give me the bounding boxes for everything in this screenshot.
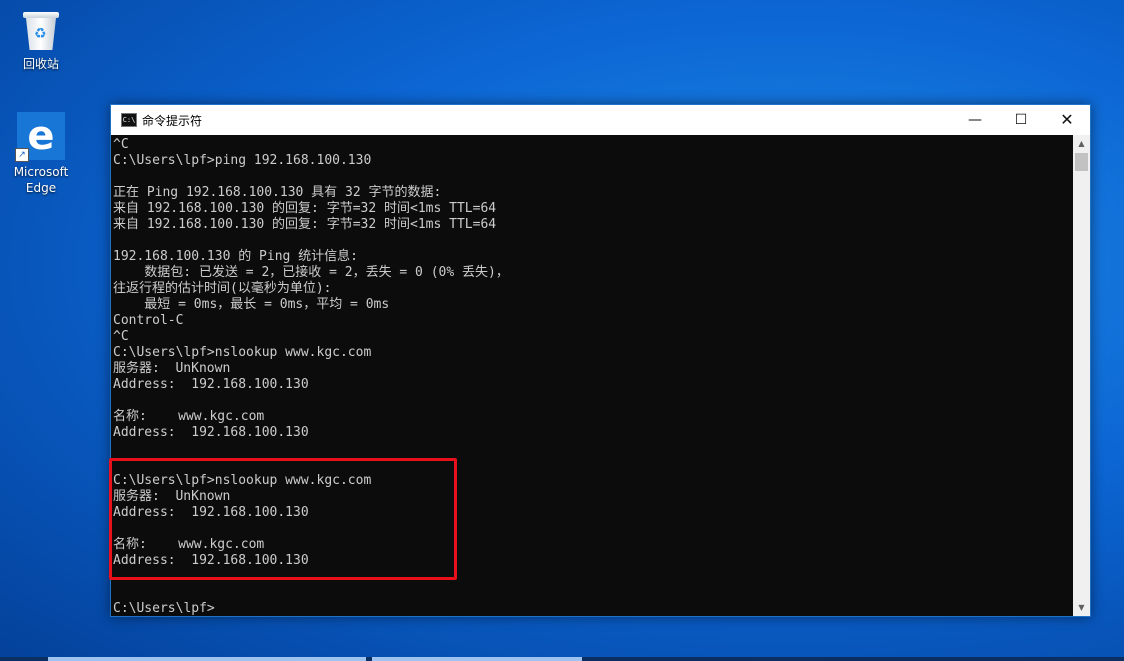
terminal-line: Control-C <box>113 313 184 328</box>
vertical-scrollbar[interactable]: ▲ ▼ <box>1073 135 1090 616</box>
scroll-up-arrow-icon[interactable]: ▲ <box>1073 135 1090 152</box>
edge-icon: e ↗ <box>15 112 65 162</box>
terminal-line: C:\Users\lpf>nslookup www.kgc.com <box>113 345 372 360</box>
terminal-line: C:\Users\lpf>ping 192.168.100.130 <box>113 153 372 168</box>
taskbar-edge <box>0 657 1124 661</box>
terminal-line: 服务器: UnKnown <box>113 361 231 376</box>
terminal-line: 来自 192.168.100.130 的回复: 字节=32 时间<1ms TTL… <box>113 201 497 216</box>
scroll-thumb[interactable] <box>1075 153 1088 171</box>
terminal-line: ^C <box>113 137 129 152</box>
terminal-line: Address: 192.168.100.130 <box>113 425 309 440</box>
maximize-button[interactable]: ☐ <box>998 105 1044 135</box>
cmd-app-icon: C:\ <box>121 113 137 127</box>
desktop-icon-label: 回收站 <box>22 57 59 71</box>
close-button[interactable]: ✕ <box>1044 105 1090 135</box>
terminal-line: Address: 192.168.100.130 <box>113 377 309 392</box>
terminal-line: C:\Users\lpf> <box>113 601 215 616</box>
scroll-down-arrow-icon[interactable]: ▼ <box>1073 599 1090 616</box>
minimize-button[interactable]: — <box>952 105 998 135</box>
terminal-line: 来自 192.168.100.130 的回复: 字节=32 时间<1ms TTL… <box>113 217 497 232</box>
shortcut-arrow-icon: ↗ <box>15 148 29 162</box>
terminal-line: 数据包: 已发送 = 2，已接收 = 2，丢失 = 0 (0% 丢失)， <box>113 265 509 280</box>
desktop-icon-edge[interactable]: e ↗ Microsoft Edge <box>2 112 80 196</box>
terminal-line: 正在 Ping 192.168.100.130 具有 32 字节的数据: <box>113 185 442 200</box>
title-bar[interactable]: C:\ 命令提示符 — ☐ ✕ <box>111 105 1090 135</box>
terminal-line: 192.168.100.130 的 Ping 统计信息: <box>113 249 359 264</box>
recycle-bin-icon: ♻ <box>23 8 59 52</box>
terminal-line: 名称: www.kgc.com <box>113 409 265 424</box>
highlight-annotation-box <box>109 458 457 580</box>
desktop-icon-label: Microsoft Edge <box>13 165 69 195</box>
terminal-line: 往返行程的估计时间(以毫秒为单位): <box>113 281 332 296</box>
terminal-line: ^C <box>113 329 129 344</box>
desktop-icon-recycle-bin[interactable]: ♻ 回收站 <box>2 8 80 72</box>
window-title: 命令提示符 <box>142 114 203 128</box>
terminal-line: 最短 = 0ms，最长 = 0ms，平均 = 0ms <box>113 297 390 312</box>
